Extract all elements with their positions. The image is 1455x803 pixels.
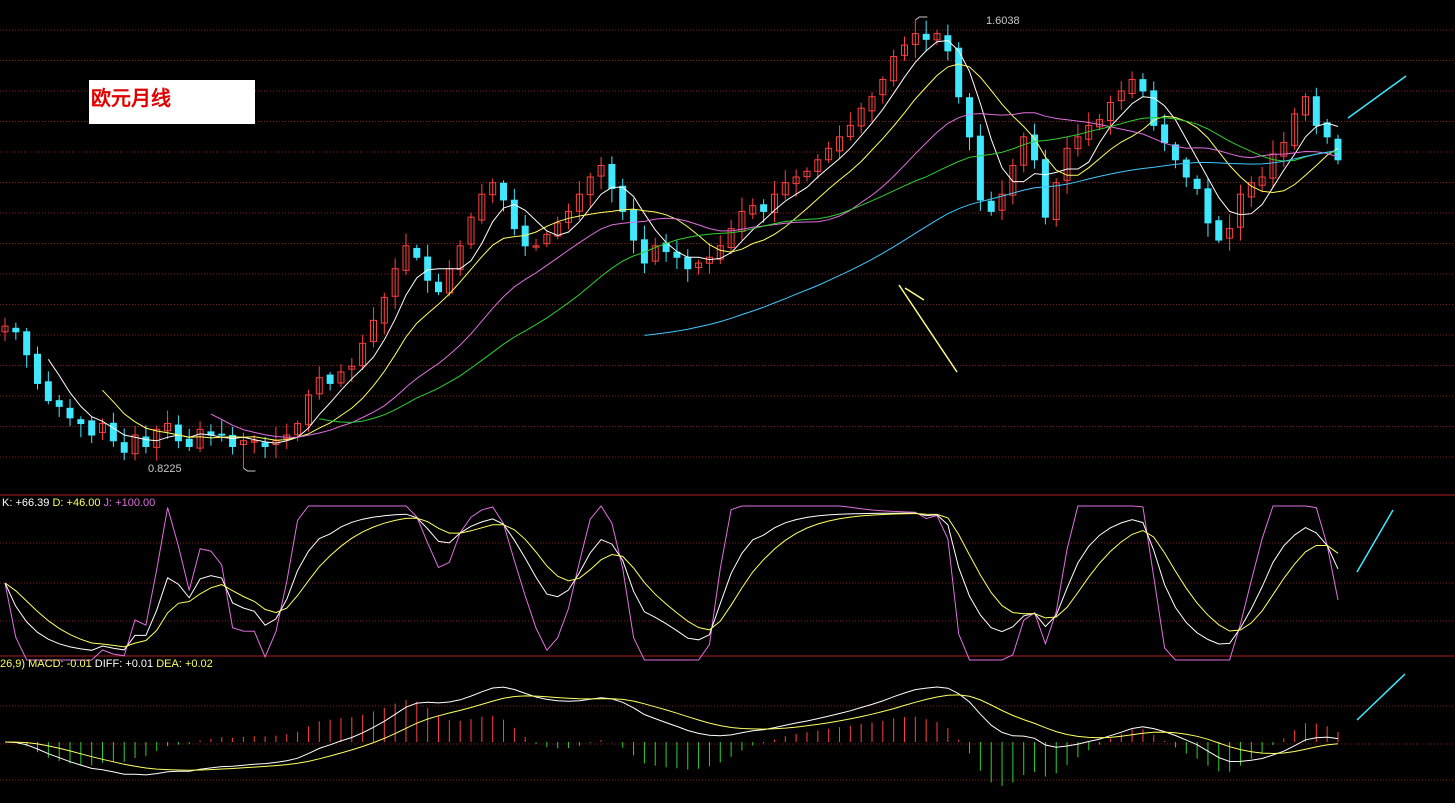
candle-down (1193, 178, 1201, 189)
annotation-arrow (1356, 673, 1406, 721)
candle-down (1139, 79, 1147, 92)
candle-down (44, 381, 52, 402)
candle-down (684, 256, 692, 270)
annotation-line (898, 284, 958, 373)
macd-dea-label: DEA: +0.02 (156, 658, 213, 670)
candle-down (23, 331, 31, 356)
macd-value-label: MACD: -0.01 (28, 658, 92, 670)
macd-legend: 26,9) MACD: -0.01 DIFF: +0.01 DEA: +0.02 (0, 658, 213, 670)
high-price-label: 1.6038 (986, 15, 1020, 27)
ma20-line (210, 112, 1339, 438)
low-marker (243, 467, 256, 472)
kdj-k-label: K: +66.39 (2, 497, 50, 509)
candle-down (1041, 159, 1049, 218)
annotation-arrow (1356, 509, 1394, 573)
candle-down (608, 164, 616, 189)
candle-down (966, 97, 974, 138)
candle-down (987, 200, 995, 212)
candle-down (120, 442, 128, 453)
chart-title: 欧元月线 (91, 86, 171, 110)
low-price-label: 0.8225 (148, 463, 182, 475)
macd-diff-line (4, 686, 1339, 776)
candle-down (12, 327, 20, 333)
candle-down (77, 419, 85, 425)
candle-down (185, 438, 193, 447)
candle-down (34, 353, 42, 384)
candle-down (619, 185, 627, 212)
candle-down (88, 420, 96, 436)
candle-down (55, 400, 63, 407)
candle-down (1161, 124, 1169, 144)
ma60-line (644, 149, 1339, 336)
candle-down (326, 374, 334, 384)
chart-title-box: 欧元月线 (89, 80, 255, 124)
annotation-arrow (1347, 75, 1407, 119)
candle-down (1323, 122, 1331, 138)
candle-down (760, 204, 768, 212)
kdj-legend: K: +66.39 D: +46.00 J: +100.00 (2, 497, 155, 509)
candle-down (142, 436, 150, 447)
candle-down (66, 407, 74, 419)
candle-down (1204, 188, 1212, 224)
candle-down (424, 256, 432, 281)
macd-diff-label: DIFF: +0.01 (94, 658, 154, 670)
candle-down (500, 182, 508, 201)
candle-down (922, 33, 930, 40)
high-marker (915, 16, 928, 21)
candle-down (630, 209, 638, 241)
candle-down (944, 35, 952, 52)
macd-params-label: 26,9) (0, 658, 26, 670)
kdj-k-line (4, 512, 1339, 651)
kdj-d-label: D: +46.00 (52, 497, 101, 509)
candle-down (218, 433, 226, 436)
candle-down (109, 422, 117, 442)
candle-down (413, 247, 421, 258)
candle-down (434, 281, 442, 293)
candle-down (1215, 220, 1223, 241)
candle-down (174, 424, 182, 442)
candle-down (261, 442, 269, 447)
candle-down (976, 135, 984, 201)
kdj-j-label: J: +100.00 (103, 497, 156, 509)
candle-down (1312, 96, 1320, 126)
